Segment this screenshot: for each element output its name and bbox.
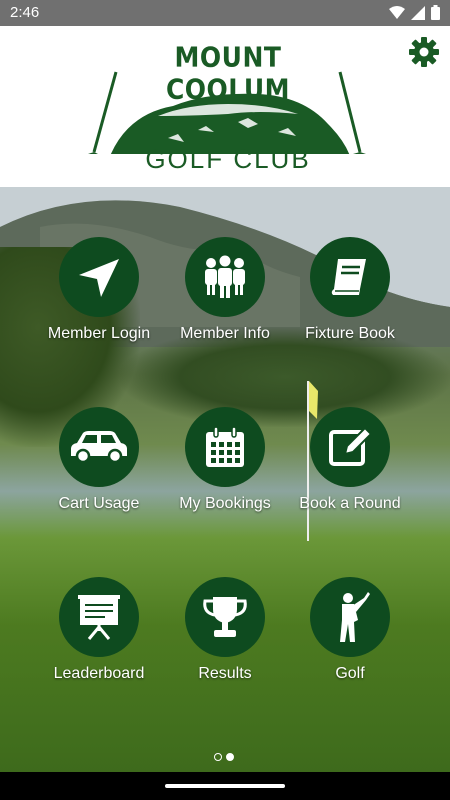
tile-label: Book a Round — [299, 495, 401, 512]
wifi-icon — [389, 5, 405, 19]
club-logo: MOUNT COOLUM GOLF CLUB — [88, 41, 368, 174]
people-group-icon — [205, 255, 245, 298]
tile-label: Member Info — [180, 325, 270, 342]
tile-my-bookings[interactable]: My Bookings — [160, 407, 290, 513]
status-time: 2:46 — [10, 4, 40, 21]
logo-subtitle: GOLF CLUB — [145, 144, 311, 174]
tile-label: Member Login — [47, 325, 151, 342]
book-icon — [331, 259, 366, 295]
calendar-icon — [206, 426, 244, 467]
page-indicator — [214, 753, 234, 761]
signal-icon — [411, 5, 425, 20]
status-bar: 2:46 — [0, 0, 450, 26]
page-dot[interactable] — [214, 753, 222, 761]
system-navigation-bar — [0, 772, 450, 800]
tile-circle — [185, 577, 265, 657]
tile-label: Golf — [335, 665, 365, 682]
tile-member-info[interactable]: Member Info — [160, 237, 290, 343]
tile-label: Cart Usage — [58, 495, 140, 512]
tile-circle — [59, 407, 139, 487]
tile-label: Leaderboard — [53, 665, 145, 682]
gear-icon[interactable] — [408, 36, 440, 68]
edit-icon — [329, 426, 373, 466]
battery-icon — [431, 5, 440, 20]
mountain-logo-graphic — [88, 71, 366, 154]
tile-circle — [310, 237, 390, 317]
tile-member-login[interactable]: Member Login — [34, 237, 164, 343]
golfer-icon — [340, 592, 370, 642]
tile-circle — [310, 407, 390, 487]
tile-fixture-book[interactable]: Fixture Book — [285, 237, 415, 343]
tile-circle — [310, 577, 390, 657]
tile-results[interactable]: Results — [160, 577, 290, 683]
tile-circle — [185, 407, 265, 487]
hero-background: Member Login Member Info Fixture Book Ca… — [0, 187, 450, 772]
tile-label: Results — [198, 665, 252, 682]
tile-label: Fixture Book — [305, 325, 395, 342]
tile-leaderboard[interactable]: Leaderboard — [34, 577, 164, 683]
tile-circle — [59, 577, 139, 657]
navigation-arrow-icon — [79, 259, 119, 297]
presentation-board-icon — [78, 595, 120, 640]
status-icons — [389, 5, 440, 20]
trophy-icon — [203, 597, 247, 637]
tile-label: My Bookings — [179, 495, 271, 512]
page-dot-active[interactable] — [226, 753, 234, 761]
car-icon — [71, 431, 127, 464]
tile-cart-usage[interactable]: Cart Usage — [34, 407, 164, 513]
app-header: MOUNT COOLUM GOLF CLUB — [0, 26, 450, 187]
tile-book-a-round[interactable]: Book a Round — [285, 407, 415, 513]
tile-circle — [59, 237, 139, 317]
tile-golf[interactable]: Golf — [285, 577, 415, 683]
tile-circle — [185, 237, 265, 317]
home-gesture-handle[interactable] — [165, 784, 285, 788]
